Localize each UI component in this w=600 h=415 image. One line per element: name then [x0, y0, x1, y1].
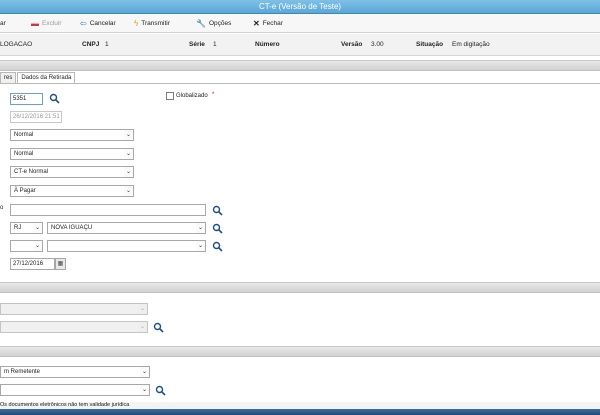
lightning-icon: ϟ	[134, 19, 139, 28]
chevron-down-icon: ⌄	[138, 304, 147, 314]
undo-arrow-icon: ⇦	[80, 19, 87, 28]
numero-label: Número	[255, 41, 280, 48]
save-button[interactable]: ar	[0, 14, 6, 33]
select-3[interactable]: CT-e Normal ⌄	[10, 166, 134, 178]
chevron-down-icon: ⌄	[124, 186, 133, 196]
select-4[interactable]: À Pagar ⌄	[10, 185, 134, 197]
close-icon: ✕	[253, 19, 260, 28]
city-select-2[interactable]: ⌄	[47, 240, 206, 252]
select-1[interactable]: Normal ⌄	[10, 129, 134, 141]
section2-select-2[interactable]: ⌄	[0, 321, 148, 333]
status-bar: Os documentos eletrônicos não tem valida…	[0, 402, 600, 409]
code-input[interactable]: 5351	[10, 93, 43, 105]
field-label-fragment: o	[0, 205, 4, 211]
toolbar: ar ▬ Excluir ⇦ Cancelar ϟ Transmitir 🔧 O…	[0, 14, 600, 33]
required-marker: *	[212, 92, 215, 98]
date-input[interactable]: 27/12/2016	[10, 258, 55, 270]
search-icon[interactable]	[155, 385, 166, 396]
search-icon[interactable]	[153, 322, 164, 333]
chevron-down-icon: ⌄	[196, 241, 205, 251]
select-2[interactable]: Normal ⌄	[10, 148, 134, 160]
chevron-down-icon: ⌄	[33, 241, 42, 251]
cancel-button[interactable]: ⇦ Cancelar	[80, 14, 116, 33]
delete-button[interactable]: ▬ Excluir	[31, 14, 62, 33]
cnpj-value: 1	[105, 41, 109, 48]
situacao-value: Em digitação	[452, 41, 490, 48]
taskbar	[0, 409, 600, 415]
chevron-down-icon: ⌄	[124, 130, 133, 140]
search-icon[interactable]	[212, 205, 223, 216]
uf-select[interactable]: RJ ⌄	[10, 222, 43, 234]
serie-label: Série	[189, 41, 205, 48]
chevron-down-icon: ⌄	[124, 149, 133, 159]
chevron-down-icon: ⌄	[138, 322, 147, 332]
wrench-icon: 🔧	[196, 19, 206, 28]
chevron-down-icon: ⌄	[140, 385, 149, 395]
chevron-down-icon: ⌄	[124, 167, 133, 177]
globalizado-checkbox[interactable]	[166, 92, 174, 100]
search-icon[interactable]	[49, 93, 60, 104]
serie-value: 1	[213, 41, 217, 48]
uf-select-2[interactable]: ⌄	[10, 240, 43, 252]
window-title: CT-e (Versão de Teste)	[0, 0, 600, 14]
versao-value: 3.00	[371, 41, 384, 48]
chevron-down-icon: ⌄	[140, 367, 149, 377]
section3-select-2[interactable]: ⌄	[0, 384, 150, 396]
cnpj-label: CNPJ	[82, 41, 100, 48]
chevron-down-icon: ⌄	[33, 223, 42, 233]
versao-label: Versão	[341, 41, 363, 48]
section-header	[0, 282, 600, 293]
text-input[interactable]	[10, 204, 206, 216]
calendar-icon[interactable]: ▦	[55, 258, 66, 270]
transmit-button[interactable]: ϟ Transmitir	[134, 14, 170, 33]
chevron-down-icon: ⌄	[196, 223, 205, 233]
close-button[interactable]: ✕ Fechar	[253, 14, 283, 33]
search-icon[interactable]	[212, 223, 223, 234]
minus-icon: ▬	[31, 19, 39, 28]
section2-select-1[interactable]: ⌄	[0, 303, 148, 315]
situacao-label: Situação	[416, 41, 444, 48]
company-name: LOGACAO	[0, 41, 33, 48]
section3-select-1[interactable]: m Remetente ⌄	[0, 366, 150, 378]
section-header	[0, 60, 600, 71]
globalizado-label: Globalizado	[176, 93, 208, 99]
city-select[interactable]: NOVA IGUAÇU ⌄	[47, 222, 206, 234]
document-info-bar: LOGACAO CNPJ 1 Série 1 Número Versão 3.0…	[0, 34, 600, 56]
tab-divider	[0, 83, 600, 84]
options-button[interactable]: 🔧 Opções	[196, 14, 231, 33]
search-icon[interactable]	[212, 241, 223, 252]
section-header	[0, 346, 600, 357]
emission-datetime-field: 26/12/2016 21:51	[10, 111, 62, 123]
